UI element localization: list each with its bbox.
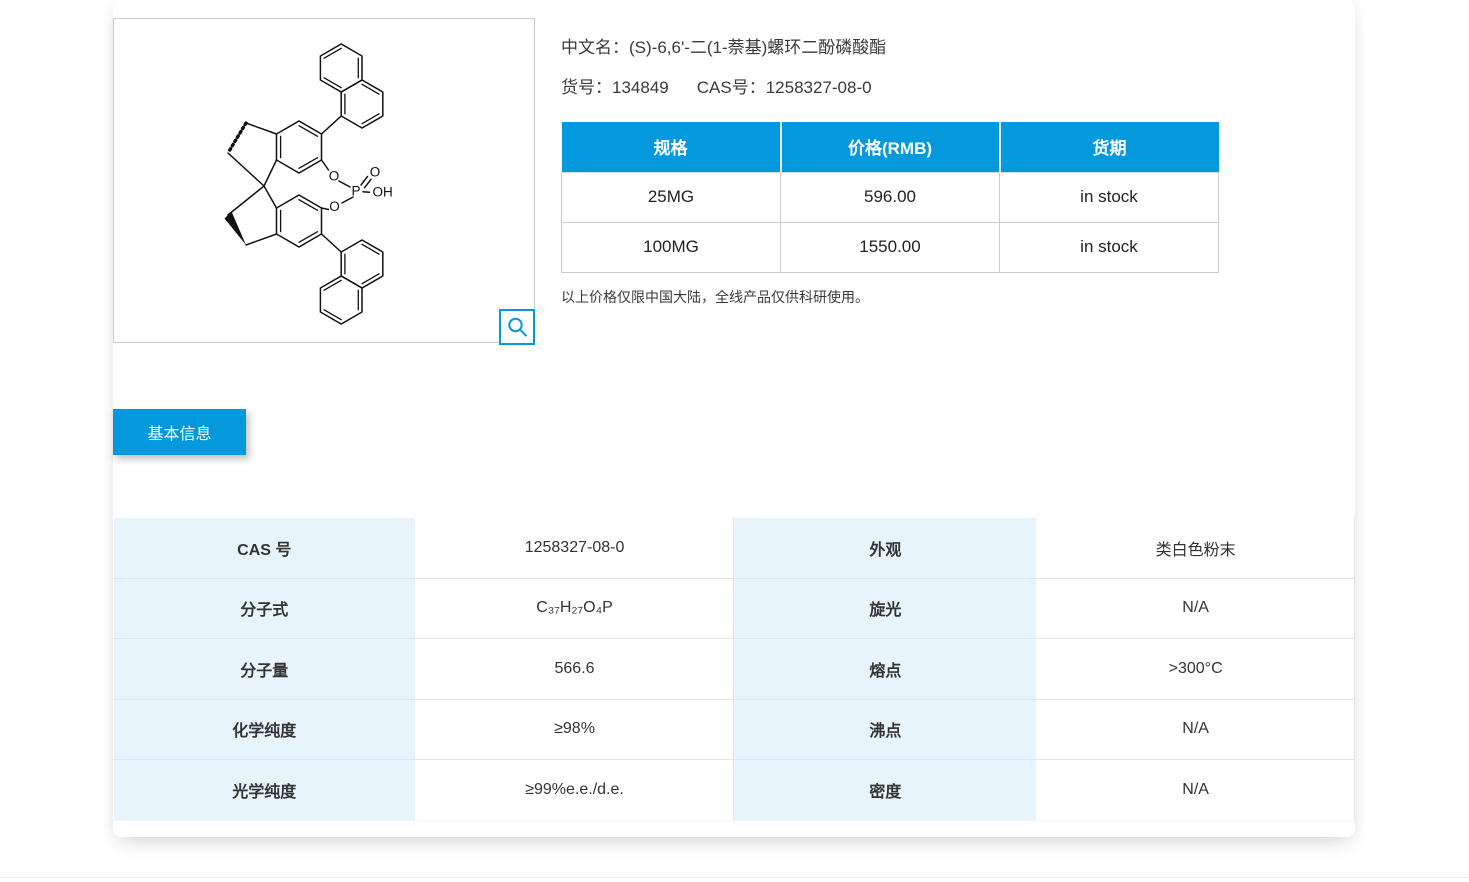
property-value: N/A — [1037, 760, 1355, 821]
item-no-label: 货号： — [561, 78, 612, 97]
price-cell-price: 1550.00 — [781, 222, 1000, 272]
cas-no: 1258327-08-0 — [766, 78, 872, 97]
price-row: 100MG 1550.00 in stock — [562, 222, 1219, 272]
property-label: 熔点 — [734, 639, 1037, 700]
price-note: 以上价格仅限中国大陆，全线产品仅供科研使用。 — [561, 287, 1355, 307]
property-value: 566.6 — [415, 639, 734, 700]
structure-image-box: O P O OH O — [113, 18, 535, 343]
item-no: 134849 — [612, 78, 669, 97]
property-row: 光学纯度 ≥99%e.e./d.e. 密度 N/A — [114, 760, 1355, 821]
top-section: O P O OH O 中文名：(S)-6,6'-二(1-萘基)螺环二酚磷酸酯 货… — [113, 18, 1355, 343]
property-value: C₃₇H₂₇O₄P — [415, 578, 734, 639]
tab-basic-info[interactable]: 基本信息 — [113, 409, 246, 455]
cas-label: CAS号： — [697, 78, 766, 97]
property-label: 光学纯度 — [114, 760, 416, 821]
price-table-header-row: 规格 价格(RMB) 货期 — [562, 122, 1219, 172]
price-cell-availability: in stock — [1000, 222, 1219, 272]
price-header-price: 价格(RMB) — [781, 122, 1000, 172]
price-header-spec: 规格 — [562, 122, 781, 172]
price-table: 规格 价格(RMB) 货期 25MG 596.00 in stock 100MG… — [561, 122, 1219, 273]
price-cell-availability: in stock — [1000, 172, 1219, 222]
molecule-structure-image: O P O OH O — [114, 19, 534, 342]
property-label: 分子量 — [114, 639, 416, 700]
svg-text:O: O — [329, 169, 340, 184]
svg-text:P: P — [351, 184, 360, 199]
product-name-line: 中文名：(S)-6,6'-二(1-萘基)螺环二酚磷酸酯 — [561, 36, 1355, 60]
property-value: ≥98% — [415, 699, 734, 760]
property-value: 类白色粉末 — [1037, 518, 1355, 579]
magnifier-icon — [505, 315, 529, 339]
property-row: CAS 号 1258327-08-0 外观 类白色粉末 — [114, 518, 1355, 579]
product-name-label: 中文名： — [561, 38, 629, 57]
footer-divider — [0, 877, 1469, 878]
price-cell-price: 596.00 — [781, 172, 1000, 222]
property-row: 分子式 C₃₇H₂₇O₄P 旋光 N/A — [114, 578, 1355, 639]
property-value: ≥99%e.e./d.e. — [415, 760, 734, 821]
price-cell-spec: 100MG — [562, 222, 781, 272]
properties-table: CAS 号 1258327-08-0 外观 类白色粉末 分子式 C₃₇H₂₇O₄… — [113, 517, 1355, 821]
property-row: 化学纯度 ≥98% 沸点 N/A — [114, 699, 1355, 760]
property-label: CAS 号 — [114, 518, 416, 579]
price-cell-spec: 25MG — [562, 172, 781, 222]
zoom-button[interactable] — [499, 309, 535, 345]
product-info: 中文名：(S)-6,6'-二(1-萘基)螺环二酚磷酸酯 货号：134849 CAS… — [561, 18, 1355, 307]
svg-text:O: O — [329, 199, 340, 214]
property-label: 外观 — [734, 518, 1037, 579]
price-header-availability: 货期 — [1000, 122, 1219, 172]
price-row: 25MG 596.00 in stock — [562, 172, 1219, 222]
property-value: N/A — [1037, 699, 1355, 760]
product-id-line: 货号：134849 CAS号：1258327-08-0 — [561, 76, 1355, 100]
svg-text:O: O — [370, 165, 381, 180]
property-value: >300°C — [1037, 639, 1355, 700]
property-label: 沸点 — [734, 699, 1037, 760]
property-row: 分子量 566.6 熔点 >300°C — [114, 639, 1355, 700]
svg-text:OH: OH — [373, 185, 393, 200]
property-value: N/A — [1037, 578, 1355, 639]
property-label: 化学纯度 — [114, 699, 416, 760]
property-label: 旋光 — [734, 578, 1037, 639]
product-detail-card: O P O OH O 中文名：(S)-6,6'-二(1-萘基)螺环二酚磷酸酯 货… — [113, 0, 1355, 837]
tab-row: 基本信息 — [113, 409, 1355, 455]
property-label: 分子式 — [114, 578, 416, 639]
property-value: 1258327-08-0 — [415, 518, 734, 579]
property-label: 密度 — [734, 760, 1037, 821]
product-name: (S)-6,6'-二(1-萘基)螺环二酚磷酸酯 — [629, 38, 886, 57]
